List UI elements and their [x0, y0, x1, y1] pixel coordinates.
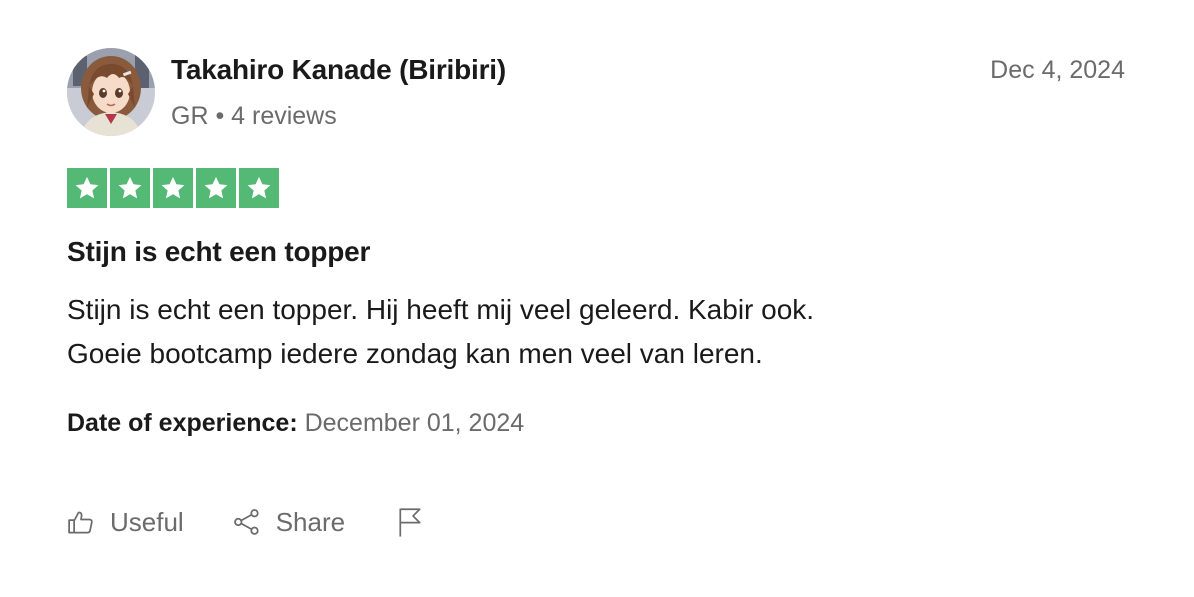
review-body-line: Stijn is echt een topper. Hij heeft mij …: [67, 294, 815, 325]
review-body: Stijn is echt een topper. Hij heeft mij …: [67, 288, 814, 376]
useful-label: Useful: [110, 506, 184, 537]
reviewer-name[interactable]: Takahiro Kanade (Biribiri): [171, 54, 506, 86]
reviewer-avatar[interactable]: [67, 48, 155, 136]
experience-date: December 01, 2024: [304, 409, 525, 437]
star-icon: [239, 168, 279, 208]
reviewer-meta: GR • 4 reviews: [171, 102, 337, 130]
star-rating: [67, 168, 279, 208]
review-body-line: Goeie bootcamp iedere zondag kan men vee…: [67, 338, 763, 369]
star-icon: [67, 168, 107, 208]
review-title[interactable]: Stijn is echt een topper: [67, 236, 370, 268]
useful-button[interactable]: Useful: [66, 507, 184, 538]
review-date: Dec 4, 2024: [990, 56, 1125, 84]
experience-label: Date of experience:: [67, 409, 298, 437]
star-icon: [110, 168, 150, 208]
star-icon: [153, 168, 193, 208]
review-card: Takahiro Kanade (Biribiri) GR • 4 review…: [0, 0, 1194, 597]
date-of-experience: Date of experience: December 01, 2024: [67, 409, 524, 438]
flag-icon: [395, 505, 425, 539]
anime-girl-avatar-icon: [67, 48, 155, 136]
share-button[interactable]: Share: [232, 507, 345, 538]
share-label: Share: [275, 506, 346, 537]
report-button[interactable]: [395, 505, 425, 539]
star-icon: [196, 168, 236, 208]
share-icon: [232, 507, 262, 537]
review-actions: Useful Share: [66, 502, 425, 542]
thumbs-up-icon: [66, 507, 96, 537]
